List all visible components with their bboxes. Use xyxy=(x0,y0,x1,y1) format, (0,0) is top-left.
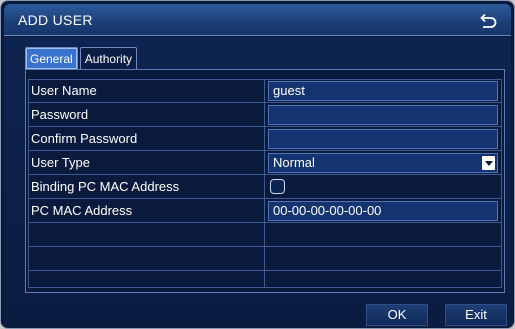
table-frame xyxy=(28,79,502,288)
dialog-title: ADD USER xyxy=(18,12,93,28)
tab-general[interactable]: General xyxy=(25,47,78,69)
tab-bar: General Authority xyxy=(25,47,138,69)
tab-authority[interactable]: Authority xyxy=(79,47,138,69)
add-user-dialog: ADD USER General Authority User Name gue… xyxy=(0,0,515,329)
exit-button[interactable]: Exit xyxy=(445,304,507,326)
ok-button[interactable]: OK xyxy=(366,304,428,326)
title-bar: ADD USER xyxy=(4,4,511,36)
back-arrow-icon[interactable] xyxy=(477,10,499,32)
